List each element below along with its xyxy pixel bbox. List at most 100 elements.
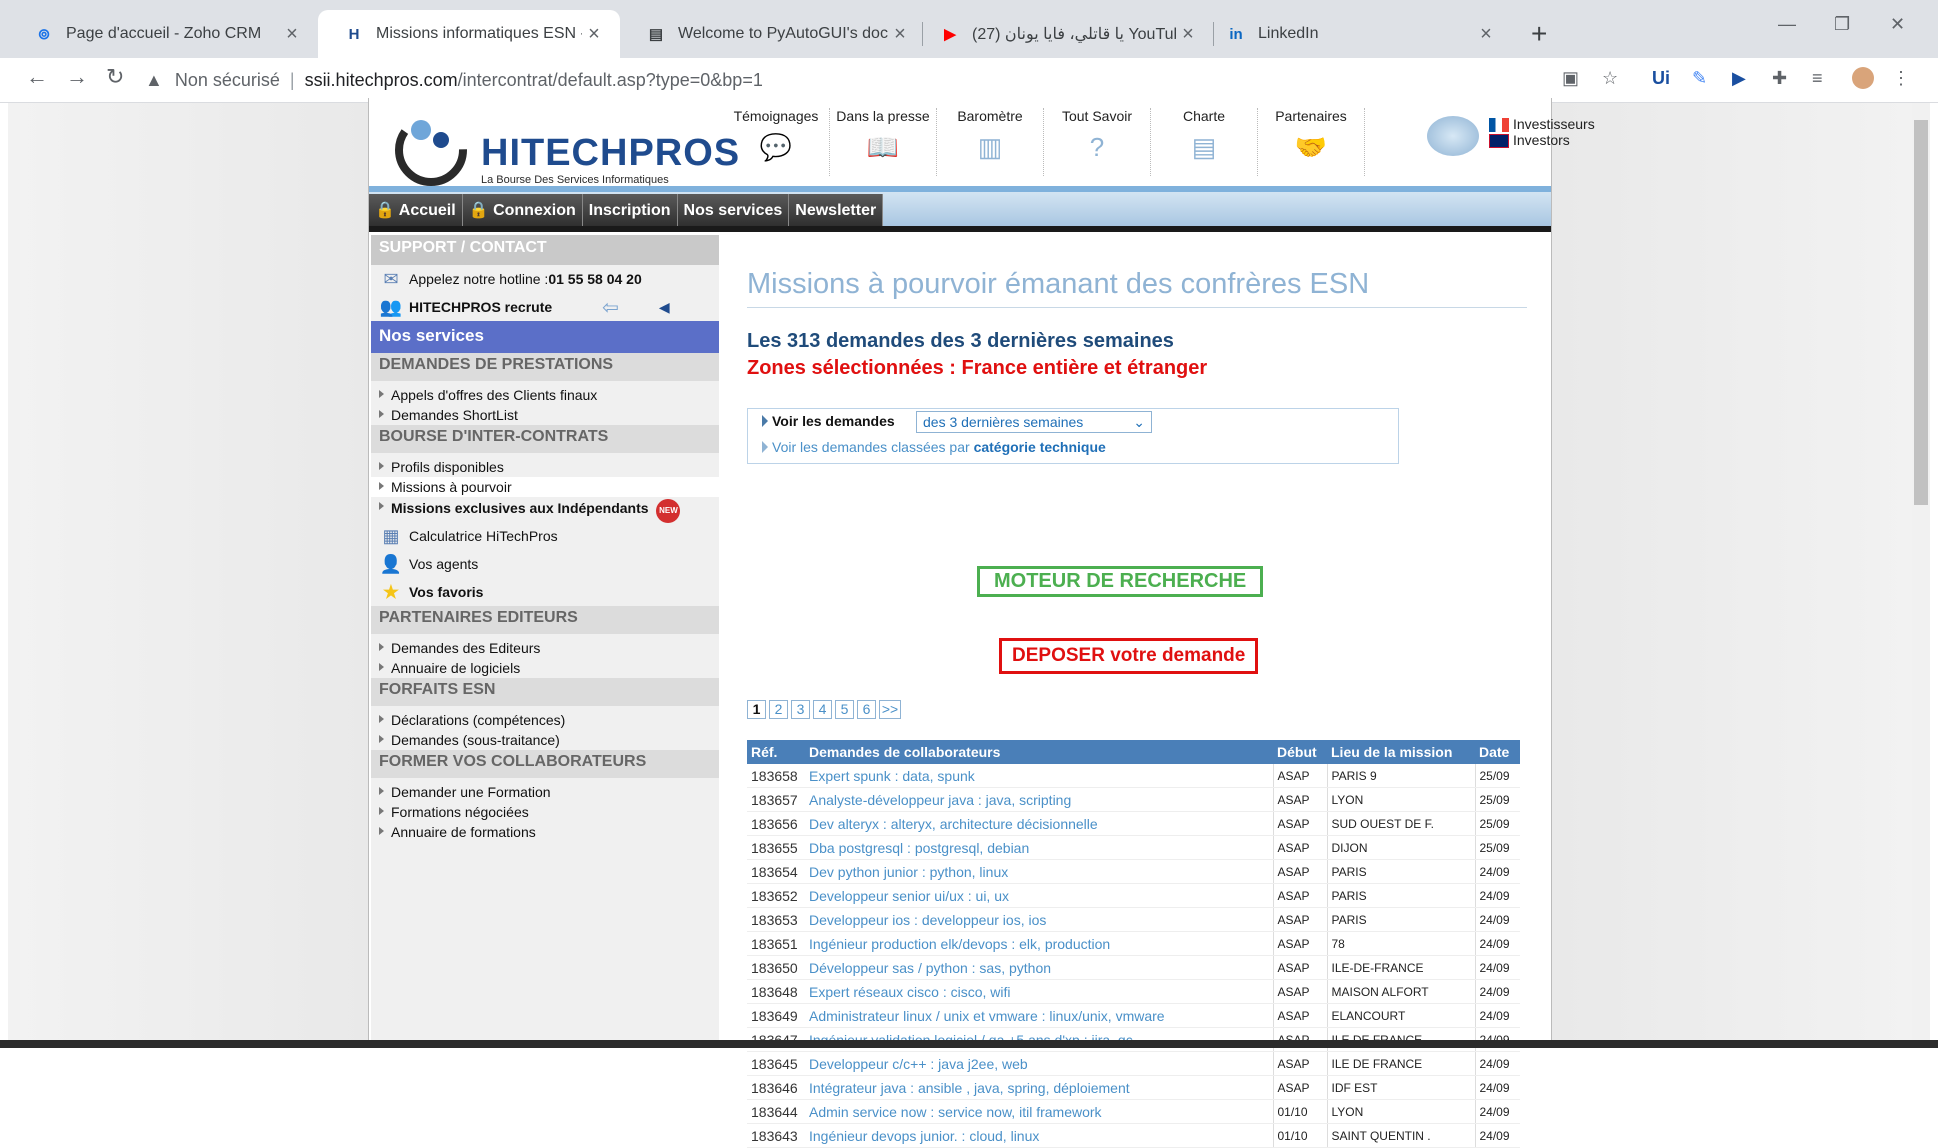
- sidebar-item-demander-formation[interactable]: Demander une Formation: [371, 782, 719, 802]
- mission-title-link[interactable]: Développeur sas / python : sas, python: [805, 955, 1273, 980]
- menu-nos-services[interactable]: Nos services: [677, 194, 790, 228]
- sidebar-item-calculatrice[interactable]: ▦ Calculatrice HiTechPros: [371, 522, 719, 550]
- url-field[interactable]: ▲ Non sécurisé | ssii.hitechpros.com /in…: [145, 63, 1525, 97]
- menu-inscription[interactable]: Inscription: [582, 194, 678, 228]
- page-link-4[interactable]: 4: [813, 700, 832, 719]
- period-select[interactable]: des 3 dernières semaines ⌄: [916, 411, 1152, 433]
- bookmark-star-icon[interactable]: ☆: [1602, 68, 1618, 89]
- column-header[interactable]: Lieu de la mission: [1327, 740, 1475, 764]
- table-row[interactable]: 183655 Dba postgresql : postgresql, debia…: [747, 835, 1520, 860]
- close-icon[interactable]: ×: [1176, 23, 1200, 46]
- tab-linkedin[interactable]: in LinkedIn ×: [1200, 10, 1512, 58]
- new-tab-icon[interactable]: +: [1531, 18, 1547, 50]
- mission-title-link[interactable]: Administrateur linux / unix et vmware : …: [805, 1003, 1273, 1028]
- mission-title-link[interactable]: Developpeur ios : developpeur ios, ios: [805, 907, 1273, 932]
- media-control-icon[interactable]: ≡: [1812, 68, 1823, 89]
- sidebar-item-favoris[interactable]: ★ Vos favoris: [371, 578, 719, 606]
- nav-charte[interactable]: Charte ▤: [1151, 108, 1258, 176]
- nav-presse[interactable]: Dans la presse 📖: [830, 108, 937, 176]
- sidebar-item-declarations[interactable]: Déclarations (compétences): [371, 710, 719, 730]
- minimize-icon[interactable]: —: [1778, 14, 1796, 35]
- mission-title-link[interactable]: Admin service now : service now, itil fr…: [805, 1099, 1273, 1124]
- column-header[interactable]: Date: [1475, 740, 1520, 764]
- forward-icon[interactable]: →: [66, 64, 88, 90]
- table-row[interactable]: 183657 Analyste-développeur java : java, …: [747, 787, 1520, 812]
- mission-title-link[interactable]: Expert spunk : data, spunk: [805, 764, 1273, 788]
- page-next-link[interactable]: >>: [879, 700, 901, 719]
- back-icon[interactable]: ←: [26, 64, 48, 90]
- column-header[interactable]: Demandes de collaborateurs: [805, 740, 1273, 764]
- menu-accueil[interactable]: 🔒 Accueil: [369, 194, 463, 228]
- play-extension-icon[interactable]: ▶: [1732, 68, 1746, 89]
- restore-icon[interactable]: ❐: [1834, 14, 1850, 35]
- sidebar-item-shortlist[interactable]: Demandes ShortList: [371, 405, 719, 425]
- search-engine-button[interactable]: MOTEUR DE RECHERCHE: [977, 566, 1264, 597]
- mission-title-link[interactable]: Ingénieur devops junior. : cloud, linux: [805, 1123, 1273, 1148]
- nav-partenaires[interactable]: Partenaires 🤝: [1258, 108, 1365, 176]
- page-link-6[interactable]: 6: [857, 700, 876, 719]
- sidebar-item-annuaire-logiciels[interactable]: Annuaire de logiciels: [371, 658, 719, 678]
- site-logo[interactable]: HITECHPROS La Bourse Des Services Inform…: [391, 106, 739, 196]
- table-row[interactable]: 183645 Developpeur c/c++ : java j2ee, web…: [747, 1051, 1520, 1076]
- close-icon[interactable]: ×: [280, 23, 304, 46]
- close-icon[interactable]: ×: [1474, 23, 1498, 46]
- table-row[interactable]: 183646 Intégrateur java : ansible , java,…: [747, 1075, 1520, 1100]
- recrute-row[interactable]: 👥 HITECHPROS recrute ⇦ ◀: [371, 293, 719, 321]
- close-icon[interactable]: ×: [888, 23, 912, 46]
- tab-zoho[interactable]: ⊚ Page d'accueil - Zoho CRM ×: [8, 10, 318, 58]
- mission-title-link[interactable]: Developpeur senior ui/ux : ui, ux: [805, 883, 1273, 908]
- mission-title-link[interactable]: Expert réseaux cisco : cisco, wifi: [805, 979, 1273, 1004]
- sidebar-item-formations-negociees[interactable]: Formations négociées: [371, 802, 719, 822]
- sidebar-item-editeurs[interactable]: Demandes des Editeurs: [371, 638, 719, 658]
- close-icon[interactable]: ×: [582, 23, 606, 46]
- collapse-arrow-icon[interactable]: ◀: [659, 299, 670, 316]
- page-link-1[interactable]: 1: [747, 700, 766, 719]
- sidebar-item-sous-traitance[interactable]: Demandes (sous-traitance): [371, 730, 719, 750]
- menu-connexion[interactable]: 🔒 Connexion: [462, 194, 583, 228]
- menu-kebab-icon[interactable]: ⋮: [1892, 68, 1910, 89]
- mission-title-link[interactable]: Developpeur c/c++ : java j2ee, web: [805, 1051, 1273, 1076]
- tab-hitechpros[interactable]: H Missions informatiques ESN - Inte ×: [318, 10, 620, 58]
- sidebar-item-appels-offres[interactable]: Appels d'offres des Clients finaux: [371, 385, 719, 405]
- tab-youtube[interactable]: ▶ (27) يا قاتلي، فايا يونان YouTube ×: [914, 10, 1214, 58]
- nav-barometre[interactable]: Baromètre ▥: [937, 108, 1044, 176]
- table-row[interactable]: 183650 Développeur sas / python : sas, py…: [747, 955, 1520, 980]
- uipath-extension-icon[interactable]: Ui: [1652, 68, 1670, 89]
- sidebar-item-profils[interactable]: Profils disponibles: [371, 457, 719, 477]
- tab-pyautogui[interactable]: ▤ Welcome to PyAutoGUI's docume ×: [620, 10, 926, 58]
- table-row[interactable]: 183643 Ingénieur devops junior. : cloud, …: [747, 1123, 1520, 1148]
- table-row[interactable]: 183651 Ingénieur production elk/devops : …: [747, 931, 1520, 956]
- page-link-3[interactable]: 3: [791, 700, 810, 719]
- page-action-icon[interactable]: ▣: [1562, 68, 1579, 89]
- nav-tout-savoir[interactable]: Tout Savoir?: [1044, 108, 1151, 176]
- close-window-icon[interactable]: ✕: [1890, 14, 1905, 35]
- table-row[interactable]: 183653 Developpeur ios : developpeur ios,…: [747, 907, 1520, 932]
- table-row[interactable]: 183658 Expert spunk : data, spunk ASAP PARI…: [747, 764, 1520, 788]
- mission-title-link[interactable]: Dev python junior : python, linux: [805, 859, 1273, 884]
- table-row[interactable]: 183648 Expert réseaux cisco : cisco, wifi…: [747, 979, 1520, 1004]
- sidebar-item-agents[interactable]: 👤 Vos agents: [371, 550, 719, 578]
- translate-extension-icon[interactable]: ✎: [1692, 68, 1707, 89]
- reload-icon[interactable]: ↻: [106, 64, 124, 90]
- sidebar-item-annuaire-formations[interactable]: Annuaire de formations: [371, 822, 719, 842]
- sidebar-item-missions-independants[interactable]: Missions exclusives aux Indépendants NEW: [371, 497, 719, 523]
- page-link-5[interactable]: 5: [835, 700, 854, 719]
- profile-avatar[interactable]: [1852, 67, 1874, 89]
- categorie-technique-link[interactable]: catégorie technique: [974, 439, 1106, 455]
- mission-title-link[interactable]: Dev alteryx : alteryx, architecture déci…: [805, 811, 1273, 836]
- scrollbar-thumb[interactable]: [1914, 120, 1928, 505]
- mission-title-link[interactable]: Analyste-développeur java : java, script…: [805, 787, 1273, 812]
- menu-newsletter[interactable]: Newsletter: [789, 194, 884, 228]
- deposer-button[interactable]: DEPOSER votre demande: [999, 638, 1259, 674]
- page-link-2[interactable]: 2: [769, 700, 788, 719]
- table-row[interactable]: 183652 Developpeur senior ui/ux : ui, ux A…: [747, 883, 1520, 908]
- mission-title-link[interactable]: Dba postgresql : postgresql, debian: [805, 835, 1273, 860]
- sidebar-item-missions[interactable]: Missions à pourvoir: [371, 477, 719, 497]
- column-header[interactable]: Réf.: [747, 740, 805, 764]
- voir-categorie-row[interactable]: Voir les demandes classées par catégorie…: [762, 439, 1106, 455]
- table-row[interactable]: 183644 Admin service now : service now, i…: [747, 1099, 1520, 1124]
- column-header[interactable]: Début: [1273, 740, 1327, 764]
- nav-temoignages[interactable]: Témoignages 💬: [723, 108, 830, 176]
- mission-title-link[interactable]: Ingénieur production elk/devops : elk, p…: [805, 931, 1273, 956]
- extensions-puzzle-icon[interactable]: ✚: [1772, 68, 1787, 89]
